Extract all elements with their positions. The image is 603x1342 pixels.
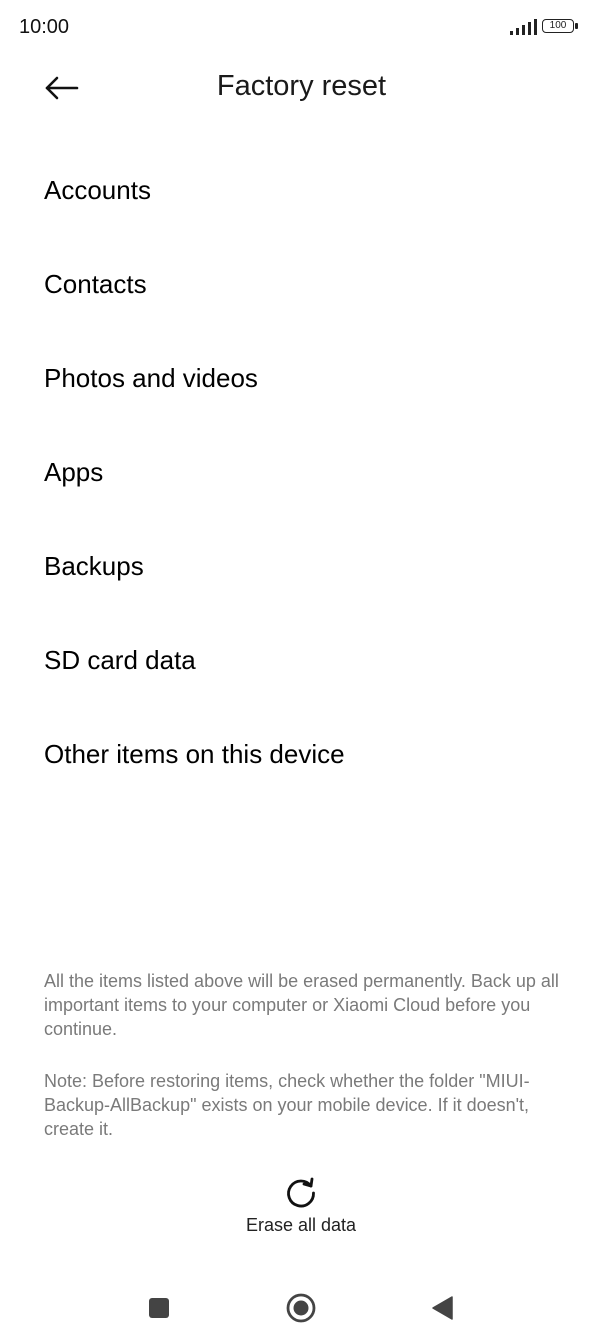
restore-note-text: Note: Before restoring items, check whet… — [44, 1071, 530, 1139]
navigation-bar — [0, 1278, 603, 1338]
home-button[interactable] — [281, 1288, 321, 1328]
list-item-accounts: Accounts — [44, 175, 151, 205]
list-item-other-items: Other items on this device — [44, 739, 345, 769]
erase-warning-text: All the items listed above will be erase… — [44, 971, 559, 1039]
recents-square-icon — [149, 1298, 169, 1318]
status-time: 10:00 — [19, 16, 70, 38]
battery-level: 100 — [549, 20, 567, 31]
erase-all-data-button[interactable]: Erase all data — [221, 1172, 381, 1244]
list-item-backups: Backups — [44, 551, 144, 581]
signal-icon — [510, 19, 537, 35]
erase-all-data-label: Erase all data — [245, 1215, 357, 1235]
recents-button[interactable] — [139, 1288, 179, 1328]
list-item-contacts: Contacts — [44, 269, 147, 299]
back-triangle-icon — [432, 1296, 453, 1320]
list-item-apps: Apps — [44, 457, 104, 487]
list-item-photos-videos: Photos and videos — [44, 363, 258, 393]
list-item-sd-card-data: SD card data — [44, 645, 196, 675]
status-bar: 10:00 100 — [0, 0, 603, 56]
refresh-icon — [287, 1177, 315, 1208]
battery-tip — [575, 23, 578, 29]
nav-back-button[interactable] — [422, 1288, 462, 1328]
home-circle-icon — [286, 1293, 316, 1323]
battery-icon: 100 — [542, 19, 580, 35]
erase-items-list: Accounts Contacts Photos and videos Apps… — [44, 153, 564, 811]
page-title: Factory reset — [216, 70, 387, 102]
header: Factory reset — [0, 58, 603, 122]
